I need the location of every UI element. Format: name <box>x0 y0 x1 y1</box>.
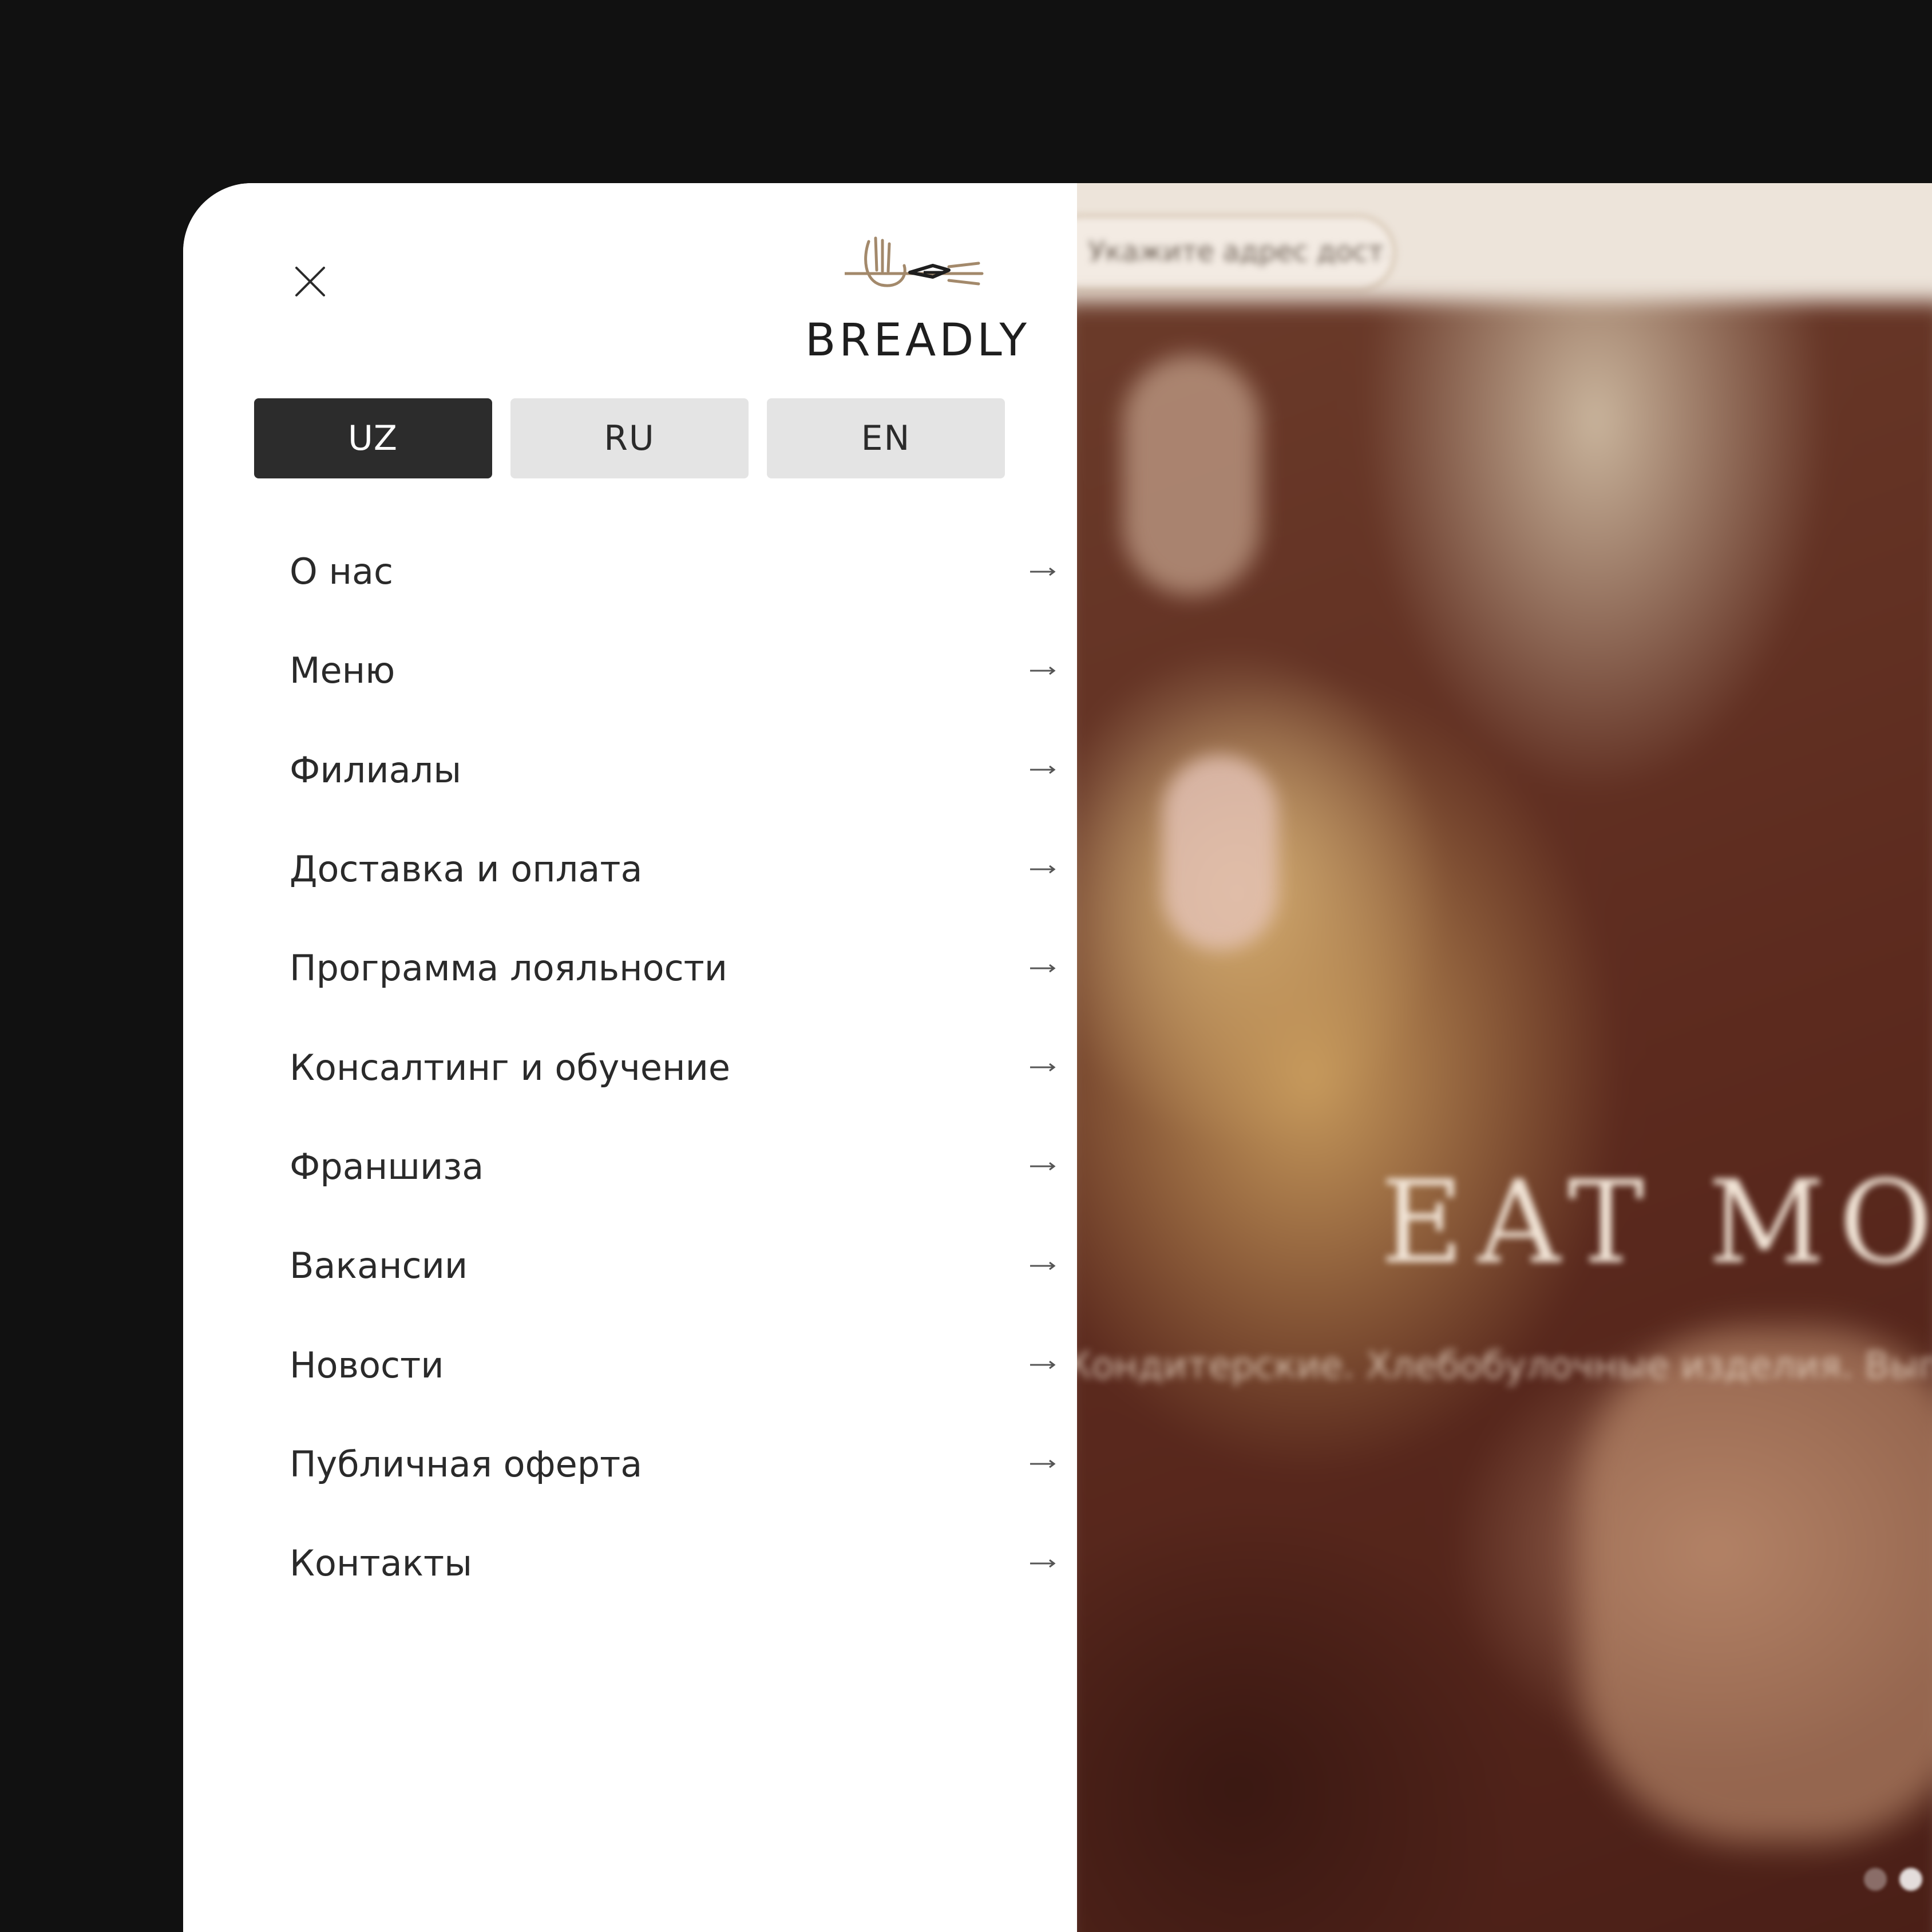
menu-item-label: Вакансии <box>290 1245 468 1287</box>
slider-dot-active <box>1899 1868 1922 1891</box>
menu-item-label: Консалтинг и обучение <box>290 1046 731 1088</box>
menu-item-label: Меню <box>290 650 395 692</box>
arrow-right-icon <box>1030 1460 1056 1468</box>
menu-item-label: О нас <box>290 551 394 593</box>
menu-item-consulting[interactable]: Консалтинг и обучение <box>290 1018 1056 1117</box>
arrow-right-icon <box>1030 964 1056 973</box>
menu-item-menu[interactable]: Меню <box>290 621 1056 720</box>
menu-item-loyalty[interactable]: Программа лояльности <box>290 919 1056 1018</box>
side-menu-panel: BREADLY UZ RU EN О нас Меню Филиалы Дост… <box>183 183 1077 1932</box>
background-website: Укажите адрес доставки EAT MORE Кондитер… <box>1077 183 1932 1932</box>
menu-item-franchise[interactable]: Франшиза <box>290 1117 1056 1216</box>
close-button[interactable] <box>280 252 340 311</box>
menu-item-label: Франшиза <box>290 1145 484 1187</box>
lang-button-en[interactable]: EN <box>767 398 1005 478</box>
menu-item-branches[interactable]: Филиалы <box>290 720 1056 819</box>
hero-hand <box>1581 1328 1932 1843</box>
language-switcher: UZ RU EN <box>254 398 1005 478</box>
close-icon <box>295 267 325 296</box>
arrow-right-icon <box>1030 1162 1056 1171</box>
menu-item-vacancies[interactable]: Вакансии <box>290 1216 1056 1315</box>
arrow-right-icon <box>1030 666 1056 675</box>
brand-name: BREADLY <box>805 315 1030 366</box>
slider-dots <box>1864 1868 1932 1891</box>
hero-finger-nail <box>1163 755 1277 950</box>
menu-item-label: Контакты <box>290 1542 473 1585</box>
wheat-hand-logo-icon <box>845 236 984 287</box>
lang-button-ru[interactable]: RU <box>510 398 749 478</box>
menu-item-contacts[interactable]: Контакты <box>290 1514 1056 1613</box>
arrow-right-icon <box>1030 567 1056 576</box>
slider-dot <box>1864 1868 1887 1891</box>
lang-button-uz[interactable]: UZ <box>254 398 492 478</box>
menu-item-label: Филиалы <box>290 749 462 791</box>
menu-item-label: Публичная оферта <box>290 1443 643 1485</box>
arrow-right-icon <box>1030 1360 1056 1369</box>
arrow-right-icon <box>1030 766 1056 774</box>
arrow-right-icon <box>1030 1261 1056 1270</box>
hero-title: EAT MORE <box>1380 1156 1932 1289</box>
address-hint: Укажите адрес доставки <box>1088 236 1386 268</box>
hero-subtitle: Кондитерские. Хлебобулочные изделия. Вып… <box>1077 1345 1932 1387</box>
brand-logo[interactable]: BREADLY <box>790 217 1030 366</box>
menu-item-news[interactable]: Новости <box>290 1315 1056 1414</box>
arrow-right-icon <box>1030 1063 1056 1072</box>
menu-item-label: Новости <box>290 1344 444 1386</box>
menu-item-label: Программа лояльности <box>290 947 728 989</box>
menu-item-about[interactable]: О нас <box>290 522 1056 621</box>
app-window: Укажите адрес доставки EAT MORE Кондитер… <box>183 183 1932 1932</box>
menu-item-delivery[interactable]: Доставка и оплата <box>290 819 1056 919</box>
menu-item-label: Доставка и оплата <box>290 848 643 890</box>
arrow-right-icon <box>1030 1559 1056 1567</box>
menu-item-public-offer[interactable]: Публичная оферта <box>290 1415 1056 1514</box>
nav-menu: О нас Меню Филиалы Доставка и оплата Про… <box>290 522 1154 1613</box>
arrow-right-icon <box>1030 865 1056 873</box>
